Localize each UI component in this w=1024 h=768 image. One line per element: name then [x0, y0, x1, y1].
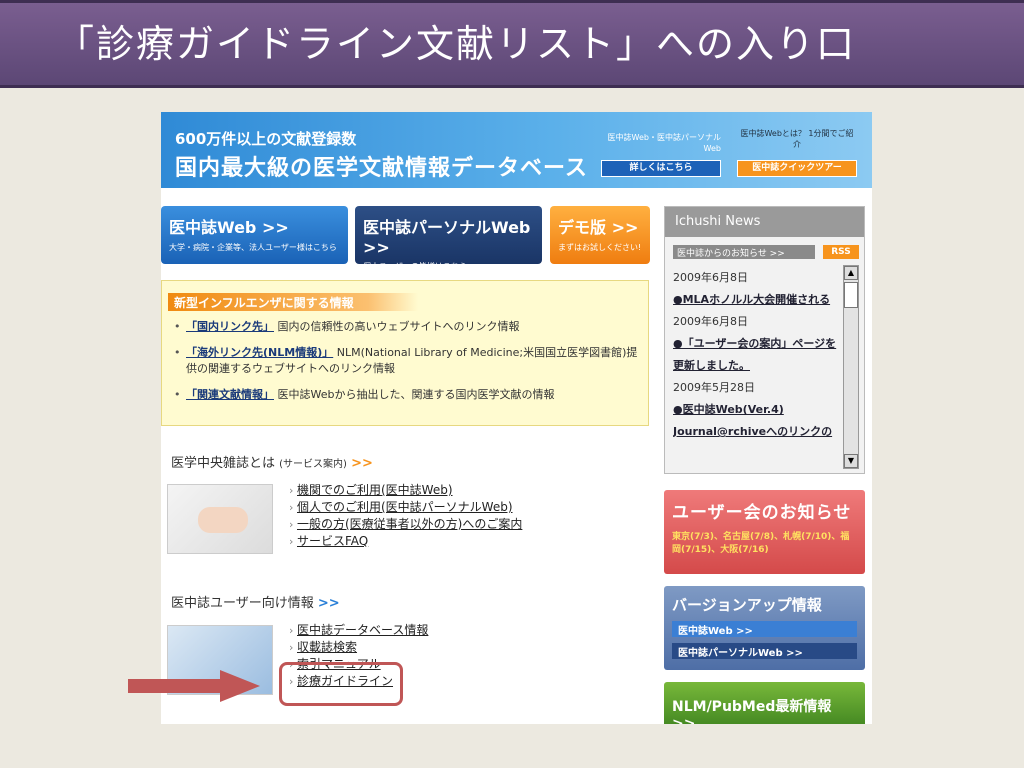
- related-literature-link[interactable]: 「関連文献情報」: [186, 388, 274, 401]
- section-title: 医中誌ユーザー向け情報: [171, 596, 314, 611]
- nav-title: 医中誌パーソナルWeb >>: [363, 218, 531, 257]
- nav-title: デモ版 >>: [558, 218, 639, 237]
- list-item: 「関連文献情報」 医中誌Webから抽出した、関連する国内医学文献の情報: [174, 387, 640, 403]
- user-info-link[interactable]: 医中誌データベース情報: [297, 623, 428, 637]
- influenza-info-box: 新型インフルエンザに関する情報 「国内リンク先」 国内の信頼性の高いウェブサイト…: [161, 280, 649, 426]
- list-item: 一般の方(医療従事者以外の方)へのご案内: [289, 516, 522, 533]
- news-item-link[interactable]: ●「ユーザー会の案内」ページを更新しました。: [673, 333, 841, 377]
- arrow-right-icon: [128, 670, 260, 702]
- ichushi-web-button[interactable]: 医中誌Web >> 大学・病院・企業等、法人ユーザー様はこちら: [161, 206, 348, 264]
- influenza-list: 「国内リンク先」 国内の信頼性の高いウェブサイトへのリンク情報 「海外リンク先(…: [174, 319, 640, 413]
- banner-line2: 国内最大級の医学文献情報データベース: [175, 156, 588, 181]
- service-link[interactable]: サービスFAQ: [297, 534, 368, 548]
- list-item: 医中誌データベース情報: [289, 622, 428, 639]
- news-scrollbar[interactable]: ▲ ▼: [843, 265, 859, 469]
- domestic-link[interactable]: 「国内リンク先」: [186, 320, 274, 333]
- nav-title: 医中誌Web >>: [169, 218, 289, 237]
- nlm-pubmed-banner[interactable]: NLM/PubMed最新情報 >>: [664, 682, 865, 724]
- version-personal-button[interactable]: 医中誌パーソナルWeb >>: [672, 643, 857, 659]
- list-item: 個人でのご利用(医中誌パーソナルWeb): [289, 499, 522, 516]
- news-item-link[interactable]: ●医中誌Web(Ver.4) Journal@rchiveへのリンクの: [673, 399, 841, 443]
- rss-button[interactable]: RSS: [823, 245, 859, 259]
- service-link[interactable]: 一般の方(医療従事者以外の方)へのご案内: [297, 517, 522, 531]
- chevron-right-icon[interactable]: >>: [318, 596, 340, 611]
- version-web-button[interactable]: 医中誌Web >>: [672, 621, 857, 637]
- news-date: 2009年6月8日: [673, 315, 748, 328]
- user-meeting-banner[interactable]: ユーザー会のお知らせ 東京(7/3)、名古屋(7/8)、札幌(7/10)、福岡(…: [664, 490, 865, 574]
- service-link[interactable]: 個人でのご利用(医中誌パーソナルWeb): [297, 500, 513, 514]
- banner-side2-text: 医中誌Webとは？ 1分間でご紹介: [740, 129, 854, 149]
- service-links: 機関でのご利用(医中誌Web) 個人でのご利用(医中誌パーソナルWeb) 一般の…: [289, 482, 522, 550]
- chevron-right-icon[interactable]: >>: [351, 456, 373, 471]
- list-item: 収載誌検索: [289, 639, 428, 656]
- scroll-down-icon[interactable]: ▼: [844, 454, 858, 468]
- service-link[interactable]: 機関でのご利用(医中誌Web): [297, 483, 453, 497]
- header-banner: 600万件以上の文献登録数 国内最大級の医学文献情報データベース 医中誌Web・…: [161, 112, 872, 188]
- demo-button[interactable]: デモ版 >> まずはお試しください!: [550, 206, 650, 264]
- section-title: 医学中央雑誌とは: [171, 456, 276, 471]
- news-date: 2009年5月28日: [673, 381, 755, 394]
- personal-web-button[interactable]: 医中誌パーソナルWeb >> 個人ユーザーの皆様はこちら: [355, 206, 542, 271]
- website-screenshot: 600万件以上の文献登録数 国内最大級の医学文献情報データベース 医中誌Web・…: [161, 112, 872, 724]
- list-item-desc: 国内の信頼性の高いウェブサイトへのリンク情報: [277, 320, 520, 333]
- keyboard-photo: [167, 484, 273, 554]
- nav-desc: まずはお試しください!: [558, 243, 642, 252]
- influenza-title: 新型インフルエンザに関する情報: [168, 293, 418, 311]
- scroll-thumb[interactable]: [844, 282, 858, 308]
- news-subheader-link[interactable]: 医中誌からのお知らせ >>: [673, 245, 815, 259]
- news-item-link[interactable]: ●MLAホノルル大会開催される: [673, 289, 841, 311]
- version-up-panel: バージョンアップ情報 医中誌Web >> 医中誌パーソナルWeb >>: [664, 586, 865, 670]
- details-button[interactable]: 詳しくはこちら: [601, 160, 721, 177]
- scroll-up-icon[interactable]: ▲: [844, 266, 858, 280]
- news-header: Ichushi News: [665, 207, 864, 237]
- user-info-link[interactable]: 収載誌検索: [297, 640, 357, 654]
- list-item: 「海外リンク先(NLM情報)」 NLM(National Library of …: [174, 345, 640, 377]
- banner-line1: 600万件以上の文献登録数: [175, 130, 357, 148]
- nav-desc: 個人ユーザーの皆様はこちら: [363, 262, 467, 271]
- guideline-highlight-box: [279, 662, 403, 706]
- user-meeting-detail: 東京(7/3)、名古屋(7/8)、札幌(7/10)、福岡(7/15)、大阪(7/…: [672, 532, 850, 555]
- service-section-title: 医学中央雑誌とは (サービス案内) >>: [171, 452, 373, 471]
- slide-title: 「診療ガイドライン文献リスト」への入り口: [0, 0, 1024, 88]
- overseas-link[interactable]: 「海外リンク先(NLM情報)」: [186, 346, 333, 359]
- user-info-section-title: 医中誌ユーザー向け情報 >>: [171, 592, 340, 611]
- version-up-title: バージョンアップ情報: [672, 596, 822, 614]
- nav-desc: 大学・病院・企業等、法人ユーザー様はこちら: [169, 243, 337, 252]
- user-meeting-title: ユーザー会のお知らせ: [672, 503, 852, 523]
- list-item: サービスFAQ: [289, 533, 522, 550]
- section-subtitle: (サービス案内): [279, 459, 347, 470]
- quick-tour-button[interactable]: 医中誌クイックツアー: [737, 160, 857, 177]
- list-item-desc: 医中誌Webから抽出した、関連する国内医学文献の情報: [277, 388, 555, 401]
- news-panel: Ichushi News 医中誌からのお知らせ >> RSS 2009年6月8日…: [664, 206, 865, 474]
- banner-side1-text: 医中誌Web・医中誌パーソナルWeb: [607, 133, 721, 153]
- news-date: 2009年6月8日: [673, 271, 748, 284]
- list-item: 「国内リンク先」 国内の信頼性の高いウェブサイトへのリンク情報: [174, 319, 640, 335]
- list-item: 機関でのご利用(医中誌Web): [289, 482, 522, 499]
- news-list: 2009年6月8日 ●MLAホノルル大会開催される 2009年6月8日 ●「ユー…: [673, 267, 841, 467]
